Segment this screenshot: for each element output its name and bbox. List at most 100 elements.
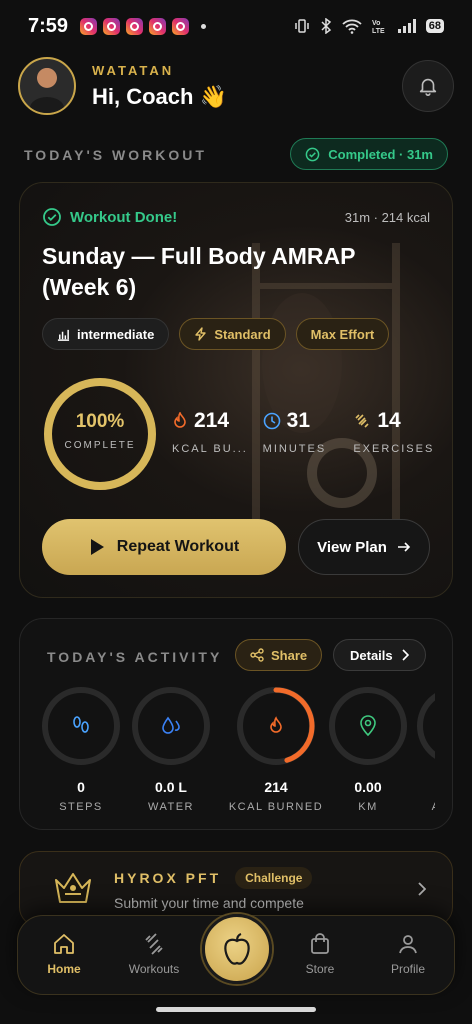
stat-exercises-value: 14 — [377, 409, 401, 432]
stat-minutes: 31 MINUTES — [263, 409, 354, 455]
header: WATATAN Hi, Coach 👋 — [18, 56, 454, 116]
lightning-icon — [195, 327, 207, 341]
activity-active[interactable]: 3 ACTIVE — [415, 687, 435, 813]
hyrox-subtitle: Submit your time and compete — [114, 895, 304, 911]
completed-badge-label: Completed · 31m — [328, 146, 433, 162]
play-icon — [90, 539, 104, 555]
greeting: Hi, Coach 👋 — [92, 83, 227, 109]
standard-chip: Standard — [179, 318, 286, 350]
avatar[interactable] — [18, 57, 76, 115]
completed-badge: Completed · 31m — [290, 138, 448, 170]
share-icon — [250, 648, 264, 662]
level-chip-label: intermediate — [77, 326, 155, 342]
challenge-badge: Challenge — [235, 867, 313, 889]
nav-workouts[interactable]: Workouts — [114, 932, 194, 976]
details-label: Details — [350, 647, 393, 663]
activity-water-value: 0.0 L — [155, 779, 187, 795]
chevron-right-icon — [418, 882, 426, 896]
stat-kcal-label: KCAL BU... — [172, 443, 248, 455]
bottom-navigation: Home Workouts Store Profile — [17, 914, 455, 995]
activity-km-value: 0.00 — [354, 779, 382, 795]
max-effort-chip: Max Effort — [295, 318, 390, 350]
nav-store-label: Store — [305, 962, 335, 976]
hyrox-crown-logo-icon — [55, 873, 91, 903]
footprints-icon — [73, 716, 89, 733]
home-icon — [54, 934, 74, 954]
notifications-button[interactable] — [402, 60, 454, 112]
instagram-notification-icon — [80, 17, 98, 35]
clock-icon — [263, 412, 280, 430]
user-icon — [399, 935, 417, 954]
nav-profile[interactable]: Profile — [368, 932, 448, 976]
home-indicator[interactable] — [156, 1007, 316, 1012]
dumbbell-icon — [145, 933, 163, 955]
signal-icon — [397, 19, 416, 33]
kcal-progress-arc-fill — [237, 687, 315, 765]
max-effort-chip-label: Max Effort — [310, 326, 375, 342]
svg-text:Vo: Vo — [372, 20, 380, 27]
stat-kcal: 214 KCAL BU... — [172, 409, 263, 455]
activity-km[interactable]: 0.00 KM — [327, 687, 409, 813]
activity-active-value: 3 — [415, 779, 435, 795]
instagram-notification-icon — [126, 17, 144, 35]
flame-icon — [174, 412, 186, 428]
nav-home[interactable]: Home — [24, 932, 104, 976]
todays-activity-heading: TODAY'S ACTIVITY — [47, 649, 223, 665]
activity-steps[interactable]: 0 STEPS — [40, 687, 122, 813]
activity-metrics-row[interactable]: 0 STEPS 0.0 L WATER 214 KCAL BURNED 0.00… — [40, 687, 435, 817]
todays-workout-heading: TODAY'S WORKOUT — [24, 147, 207, 163]
check-circle-icon — [43, 208, 61, 226]
completion-ring-fill — [44, 378, 156, 490]
stat-exercises: 14 EXERCISES — [353, 409, 444, 455]
workout-title: Sunday — Full Body AMRAP (Week 6) — [42, 243, 356, 300]
nav-home-label: Home — [47, 962, 81, 976]
bar-chart-icon — [57, 329, 70, 341]
workout-card[interactable]: Workout Done! 31m · 214 kcal Sunday — Fu… — [19, 182, 453, 598]
nav-workouts-label: Workouts — [128, 962, 180, 976]
activity-km-label: KM — [358, 801, 378, 813]
stat-kcal-value: 214 — [194, 409, 230, 432]
share-label: Share — [271, 647, 308, 663]
location-pin-icon — [360, 715, 376, 737]
standard-chip-label: Standard — [214, 326, 271, 342]
completion-label: COMPLETE — [64, 440, 136, 451]
completion-percent: 100% — [75, 411, 125, 432]
bell-icon — [419, 78, 437, 96]
repeat-workout-label: Repeat Workout — [116, 538, 240, 555]
dumbbell-icon — [355, 414, 369, 428]
apple-icon — [224, 932, 250, 965]
activity-steps-value: 0 — [77, 779, 85, 795]
chevron-right-icon — [402, 649, 409, 661]
stat-minutes-value: 31 — [286, 409, 311, 432]
view-plan-button[interactable]: View Plan — [298, 519, 430, 575]
wifi-icon — [342, 19, 362, 34]
more-notifications-dot-icon — [201, 23, 207, 29]
nutrition-center-button[interactable] — [202, 914, 272, 984]
nav-store[interactable]: Store — [280, 932, 360, 976]
activity-kcal-label: KCAL BURNED — [228, 801, 324, 813]
nav-profile-label: Profile — [390, 962, 425, 976]
stat-exercises-label: EXERCISES — [353, 443, 435, 455]
shopping-bag-icon — [311, 933, 329, 954]
status-bar: 7:59 Vo LTE 68 — [0, 0, 472, 52]
volte-icon: VoLTE — [372, 20, 385, 35]
vibrate-icon — [295, 19, 309, 33]
activity-card: TODAY'S ACTIVITY Share Details 0 STEPS 0… — [19, 618, 453, 830]
completion-ring — [44, 378, 156, 490]
repeat-workout-button[interactable]: Repeat Workout — [42, 519, 286, 575]
activity-steps-label: STEPS — [59, 801, 103, 813]
workout-meta: 31m · 214 kcal — [344, 209, 430, 225]
details-button[interactable]: Details — [333, 639, 426, 671]
instagram-notification-icon — [172, 17, 190, 35]
battery-icon: 68 — [425, 19, 444, 33]
hyrox-title: HYROX PFT — [114, 870, 222, 886]
workout-status: Workout Done! — [70, 208, 178, 226]
instagram-notification-icon — [149, 17, 167, 35]
water-drops-icon — [162, 716, 180, 734]
activity-water[interactable]: 0.0 L WATER — [130, 687, 212, 813]
instagram-notification-icon — [103, 17, 121, 35]
activity-kcal[interactable]: 214 KCAL BURNED — [220, 687, 332, 813]
share-button[interactable]: Share — [235, 639, 323, 671]
check-circle-icon — [305, 147, 320, 161]
arrow-right-icon — [397, 542, 411, 552]
